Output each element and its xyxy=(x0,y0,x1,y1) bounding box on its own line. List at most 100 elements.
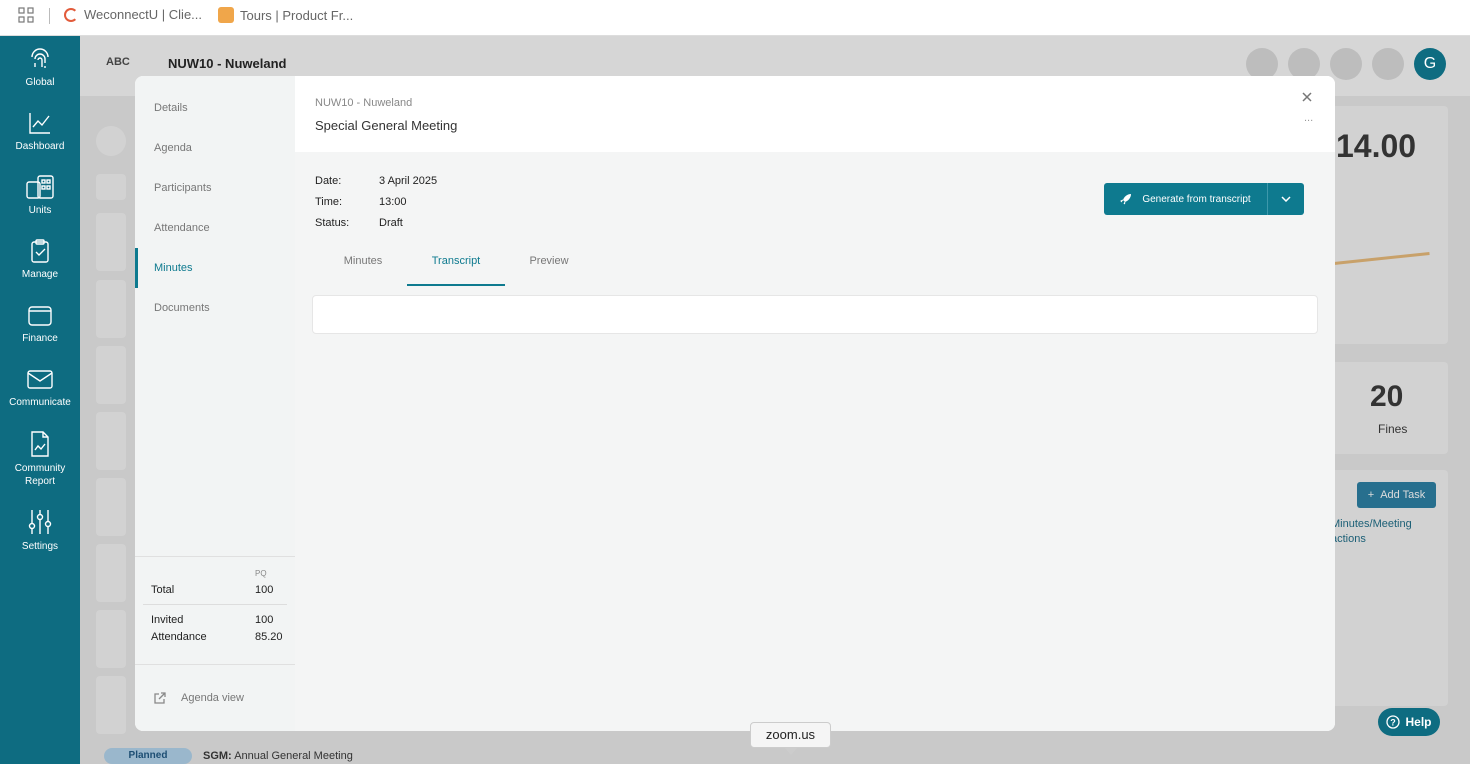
modal-nav-minutes[interactable]: Minutes xyxy=(135,248,295,288)
weconnectu-logo-icon xyxy=(64,7,78,22)
plus-icon: + xyxy=(1367,489,1375,501)
breadcrumb: NUW10 - Nuweland xyxy=(315,97,413,109)
date-value: 3 April 2025 xyxy=(379,175,438,187)
tab-preview[interactable]: Preview xyxy=(509,244,589,286)
nav-label: Manage xyxy=(21,269,59,280)
nav-settings[interactable]: Settings xyxy=(0,508,80,553)
generate-from-transcript-button: Generate from transcript xyxy=(1104,183,1304,215)
nav-label: Communicate xyxy=(9,397,71,408)
fines-label: Fines xyxy=(1378,422,1408,436)
modal-header: NUW10 - Nuweland Special General Meeting… xyxy=(295,76,1335,152)
nav-label: Global xyxy=(25,77,55,88)
nav-units[interactable]: Units xyxy=(0,174,80,217)
modal-nav-participants[interactable]: Participants xyxy=(135,168,295,208)
external-link-icon xyxy=(154,692,166,704)
bookmark-tours[interactable]: Tours | Product Fr... xyxy=(218,7,353,23)
more-options-icon[interactable]: ... xyxy=(1304,112,1313,124)
apps-grid-icon[interactable] xyxy=(18,7,34,23)
nav-label: Finance xyxy=(22,333,58,344)
building-icon xyxy=(26,175,54,199)
generate-main-button[interactable]: Generate from transcript xyxy=(1104,183,1268,215)
total-value: 100 xyxy=(255,584,274,596)
nav-label: Dashboard xyxy=(15,141,65,152)
main-sidebar: Global Dashboard Units Manage Finance Co… xyxy=(0,36,80,764)
report-icon xyxy=(31,431,49,457)
sliders-icon xyxy=(28,510,52,534)
link-line: actions xyxy=(1331,533,1366,545)
nav-community-report[interactable]: Community Report xyxy=(0,430,80,488)
meeting-modal: Details Agenda Participants Attendance M… xyxy=(135,76,1335,731)
tab-transcript[interactable]: Transcript xyxy=(407,244,505,286)
meeting-name: Annual General Meeting xyxy=(234,750,353,762)
svg-text:?: ? xyxy=(1391,718,1397,728)
minutes-actions-link[interactable]: Minutes/Meeting actions xyxy=(1331,517,1412,547)
modal-nav-documents[interactable]: Documents xyxy=(135,288,295,328)
user-avatar[interactable]: G xyxy=(1414,48,1446,80)
attendance-value: 85.20 xyxy=(255,631,283,643)
agenda-view-label: Agenda view xyxy=(181,692,244,704)
meeting-type: SGM: xyxy=(203,750,232,762)
fingerprint-icon xyxy=(31,48,49,68)
rocket-icon xyxy=(1120,194,1132,205)
total-label: Total xyxy=(151,584,175,596)
nav-label: Units xyxy=(28,205,52,216)
nav-label: Settings xyxy=(21,541,59,552)
date-label: Date: xyxy=(315,175,342,187)
question-icon: ? xyxy=(1386,715,1401,729)
wallet-icon xyxy=(28,306,52,326)
nav-finance[interactable]: Finance xyxy=(0,302,80,345)
clipboard-check-icon xyxy=(31,239,49,263)
fines-count: 20 xyxy=(1370,380,1404,413)
link-line: Minutes/Meeting xyxy=(1331,518,1412,530)
generate-label: Generate from transcript xyxy=(1142,193,1251,205)
bookmark-label: WeconnectU | Clie... xyxy=(84,7,203,22)
page-title: NUW10 - Nuweland xyxy=(168,56,287,71)
generate-dropdown-button[interactable] xyxy=(1268,183,1304,215)
modal-content: NUW10 - Nuweland Special General Meeting… xyxy=(295,76,1335,731)
bookmark-label: Tours | Product Fr... xyxy=(240,7,354,23)
tooltip-arrow xyxy=(784,747,798,755)
nav-label: Community Report xyxy=(14,463,66,487)
time-value: 13:00 xyxy=(379,196,407,208)
attendance-label: Attendance xyxy=(151,631,207,643)
modal-sidebar: Details Agenda Participants Attendance M… xyxy=(135,76,295,731)
time-label: Time: xyxy=(315,196,343,208)
nav-communicate[interactable]: Communicate xyxy=(0,366,80,409)
list-item xyxy=(96,213,126,271)
invited-label: Invited xyxy=(151,614,184,626)
modal-nav-details[interactable]: Details xyxy=(135,88,295,128)
modal-nav-agenda[interactable]: Agenda xyxy=(135,128,295,168)
close-icon[interactable] xyxy=(1300,90,1314,104)
status-badge: Planned xyxy=(104,748,192,764)
nav-global[interactable]: Global xyxy=(0,46,80,89)
status-value: Draft xyxy=(379,217,403,229)
help-label: Help xyxy=(1405,715,1432,729)
nav-dashboard[interactable]: Dashboard xyxy=(0,110,80,153)
toolbar-divider xyxy=(49,8,50,24)
modal-nav-attendance[interactable]: Attendance xyxy=(135,208,295,248)
stats-column-header: PQ xyxy=(255,569,267,578)
company-logo: ABC xyxy=(106,56,130,68)
bookmark-weconnectu[interactable]: WeconnectU | Clie... xyxy=(64,7,202,22)
status-label: Status: xyxy=(315,217,350,229)
transcript-editor[interactable] xyxy=(312,295,1318,334)
chevron-down-icon xyxy=(1281,196,1291,202)
invited-value: 100 xyxy=(255,614,274,626)
list-item xyxy=(96,478,126,536)
meeting-list-title[interactable]: SGM: Annual General Meeting xyxy=(203,750,353,762)
mail-icon xyxy=(27,370,53,389)
agenda-view-link[interactable]: Agenda view xyxy=(135,664,295,731)
home-icon[interactable] xyxy=(1372,48,1404,80)
add-task-label: Add Task xyxy=(1380,489,1426,501)
chart-icon xyxy=(29,113,50,134)
nav-manage[interactable]: Manage xyxy=(0,238,80,281)
list-item xyxy=(96,544,126,602)
browser-bookmark-bar: WeconnectU | Clie... Tours | Product Fr.… xyxy=(0,0,1470,36)
list-item xyxy=(96,126,126,156)
stats-divider xyxy=(143,604,287,605)
attendance-stats: PQ Total 100 Invited 100 Attendance 85.2… xyxy=(135,556,295,643)
add-task-button[interactable]: + Add Task xyxy=(1357,482,1436,508)
tab-minutes[interactable]: Minutes xyxy=(323,244,403,286)
list-item xyxy=(96,412,126,470)
help-button[interactable]: ? Help xyxy=(1378,708,1440,736)
